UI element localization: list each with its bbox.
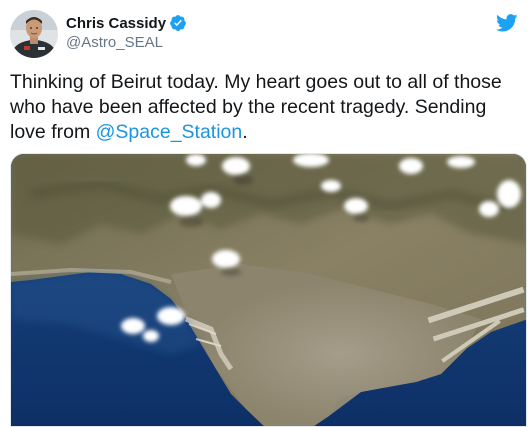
- tweet-photo[interactable]: [10, 153, 527, 427]
- tweet-header: Chris Cassidy @Astro_SEAL: [10, 10, 187, 58]
- twitter-bird-icon[interactable]: [496, 14, 518, 32]
- tweet-text: Thinking of Beirut today. My heart goes …: [10, 70, 520, 145]
- satellite-photo-of-beirut-coastline: [11, 154, 526, 426]
- author-handle[interactable]: @Astro_SEAL: [66, 34, 187, 51]
- verified-badge-icon: [169, 14, 187, 32]
- display-name-row: Chris Cassidy: [66, 14, 187, 32]
- mention-link[interactable]: @Space_Station: [96, 121, 243, 143]
- display-name[interactable]: Chris Cassidy: [66, 15, 166, 32]
- tweet-text-end: .: [242, 121, 248, 143]
- avatar[interactable]: [10, 10, 58, 58]
- tweet-card: Chris Cassidy @Astro_SEAL Thinking of Be…: [0, 0, 530, 427]
- astronaut-avatar-icon: [10, 10, 58, 58]
- author-names: Chris Cassidy @Astro_SEAL: [66, 14, 187, 51]
- tweet-text-body: Thinking of Beirut today. My heart goes …: [10, 71, 502, 143]
